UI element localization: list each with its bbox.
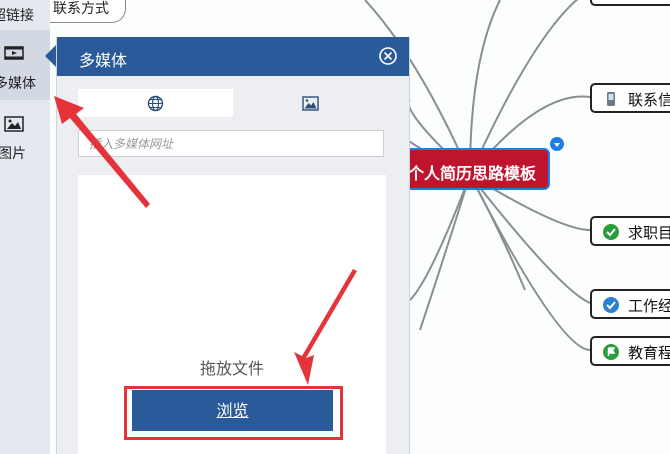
sidebar-item-image[interactable]: 图片 — [0, 103, 50, 173]
central-topic-label: 个人简历思路模板 — [407, 164, 536, 183]
topic-label: 工作经 — [628, 297, 670, 315]
phone-icon — [603, 91, 619, 107]
image-icon — [302, 95, 319, 112]
sidebar-item-label: 超链接 — [0, 8, 34, 24]
picture-icon — [4, 116, 24, 132]
annotation-highlight-box — [124, 386, 343, 440]
topic-label: 教育程 — [628, 344, 670, 362]
insert-sidebar: 超链接 多媒体 图片 — [0, 0, 50, 454]
topic-partial-top[interactable] — [590, 0, 670, 6]
sidebar-item-hyperlink[interactable]: 超链接 — [0, 0, 50, 30]
close-icon[interactable] — [379, 47, 397, 65]
drop-file-label: 拖放文件 — [199, 359, 264, 378]
collapse-toggle-icon[interactable] — [549, 136, 565, 152]
topic-contact-partial-label: 联系方式 — [53, 1, 109, 17]
topic-work-experience[interactable]: 工作经 — [590, 289, 670, 319]
flag-green-icon — [603, 344, 619, 360]
tab-web-url[interactable] — [78, 89, 233, 117]
sidebar-item-multimedia[interactable]: 多媒体 — [0, 30, 50, 100]
panel-title: 多媒体 — [79, 51, 128, 70]
sidebar-item-label: 图片 — [0, 146, 26, 162]
topic-label: 联系信 — [628, 91, 670, 109]
sidebar-item-label: 多媒体 — [0, 76, 36, 92]
topic-label: 求职目 — [628, 224, 670, 242]
topic-contact-partial[interactable]: 联系方式 — [47, 0, 126, 23]
multimedia-url-input[interactable]: 插入多媒体网址 — [78, 130, 384, 157]
check-blue-icon — [603, 297, 619, 313]
globe-icon — [147, 95, 164, 112]
topic-contact-info[interactable]: 联系信 — [590, 83, 670, 113]
topic-education[interactable]: 教育程 — [590, 336, 670, 366]
check-green-icon — [603, 224, 619, 240]
panel-header: 多媒体 — [57, 37, 409, 76]
tab-local-file[interactable] — [233, 89, 388, 117]
film-icon — [4, 45, 24, 61]
topic-job-objective[interactable]: 求职目 — [590, 216, 670, 246]
